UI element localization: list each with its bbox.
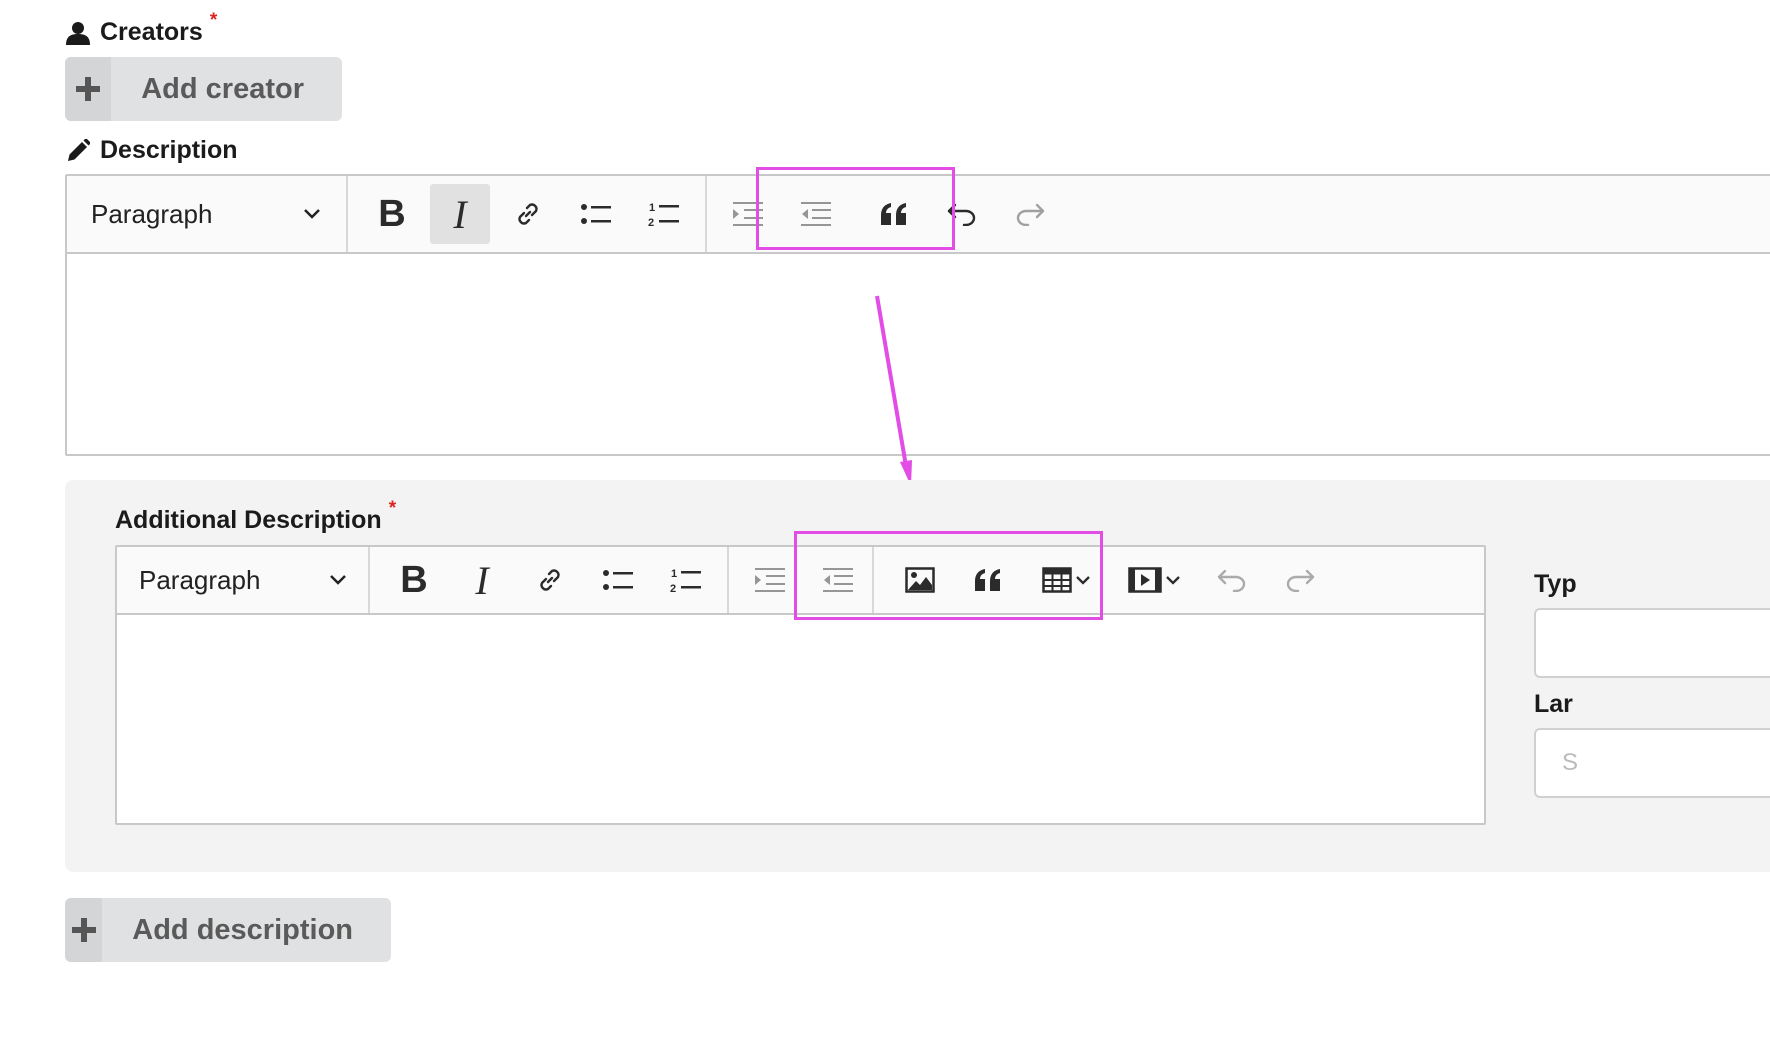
link-button[interactable]: [498, 184, 558, 244]
italic-button[interactable]: I: [430, 184, 490, 244]
required-asterisk: *: [388, 497, 397, 519]
link-icon: [540, 569, 560, 591]
user-icon: [66, 21, 90, 45]
svg-text:1: 1: [649, 202, 655, 214]
plus-icon: [65, 57, 112, 121]
toolbar-divider: [705, 176, 707, 252]
numbered-list-icon: 1 2: [670, 568, 701, 594]
svg-text:2: 2: [670, 583, 676, 594]
chevron-down-icon: [1166, 575, 1180, 585]
plus-icon: [65, 898, 103, 962]
annotation-arrow: [875, 295, 912, 486]
indent-icon: [755, 568, 785, 592]
type-field-label: Typ: [1534, 570, 1577, 598]
chevron-down-icon: [304, 209, 320, 219]
chevron-down-icon: [330, 575, 346, 585]
bold-button[interactable]: B: [362, 184, 422, 244]
redo-icon: [1016, 203, 1045, 226]
undo-button[interactable]: [1202, 554, 1262, 606]
svg-text:1: 1: [671, 568, 677, 580]
bulleted-list-button[interactable]: [588, 554, 648, 606]
add-creator-button[interactable]: Add creator: [65, 57, 342, 121]
toolbar-divider: [727, 547, 729, 613]
svg-text:2: 2: [648, 217, 654, 228]
numbered-list-button[interactable]: 1 2: [634, 184, 694, 244]
link-button[interactable]: [520, 554, 580, 606]
bulleted-list-icon: [581, 204, 611, 224]
description-label: Description: [66, 136, 238, 165]
redo-button[interactable]: [1000, 184, 1060, 244]
numbered-list-button[interactable]: 1 2: [656, 554, 716, 606]
undo-icon: [1217, 569, 1246, 592]
language-field-label: Lar: [1534, 690, 1573, 718]
numbered-list-icon: 1 2: [648, 202, 679, 228]
language-select[interactable]: S: [1534, 728, 1770, 798]
bulleted-list-button[interactable]: [566, 184, 626, 244]
additional-description-label: Additional Description *: [115, 497, 397, 535]
type-select[interactable]: [1534, 608, 1770, 678]
language-select-placeholder: S: [1562, 749, 1579, 776]
insert-media-button[interactable]: [1114, 554, 1194, 606]
italic-button[interactable]: I: [452, 554, 512, 606]
creators-label: Creators *: [66, 10, 217, 47]
bold-button[interactable]: B: [384, 554, 444, 606]
add-description-button[interactable]: Add description: [65, 898, 391, 962]
additional-description-text-area[interactable]: [117, 615, 1484, 821]
redo-button[interactable]: [1270, 554, 1330, 606]
indent-button[interactable]: [740, 554, 800, 606]
annotation-highlight-box: [756, 167, 955, 250]
annotation-highlight-box: [794, 531, 1103, 620]
bulleted-list-icon: [603, 570, 633, 590]
pencil-icon: [68, 138, 90, 161]
required-asterisk: *: [209, 9, 218, 31]
redo-icon: [1286, 569, 1315, 592]
media-icon: [1128, 567, 1162, 593]
link-icon: [518, 203, 538, 225]
format-select[interactable]: Paragraph: [67, 176, 348, 252]
format-select[interactable]: Paragraph: [117, 547, 370, 613]
